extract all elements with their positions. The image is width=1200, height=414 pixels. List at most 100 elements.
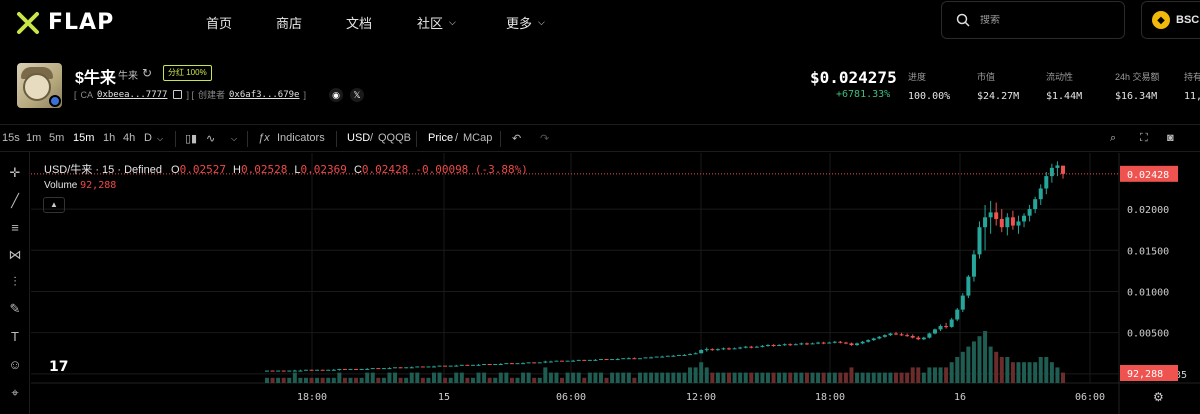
- volume-bar: [877, 372, 882, 383]
- dividend-badge: 分红 100%: [163, 65, 212, 81]
- candle-body: [365, 368, 370, 370]
- nav-store[interactable]: 商店: [276, 13, 302, 32]
- volume-bar: [281, 377, 286, 383]
- candle-body: [899, 334, 904, 336]
- chevron-down-icon[interactable]: ⌵: [231, 134, 237, 144]
- volume-bar: [782, 372, 787, 383]
- emoji-icon[interactable]: ☺: [6, 356, 24, 374]
- ruler-icon[interactable]: ⌖: [6, 384, 24, 402]
- volume-bar: [771, 372, 776, 383]
- chart-link-icon[interactable]: ◉: [329, 88, 343, 102]
- crosshair-icon[interactable]: ✛: [6, 164, 24, 182]
- volume-bar: [932, 367, 937, 383]
- candle-body: [1022, 215, 1027, 222]
- interval-5m[interactable]: 5m: [49, 132, 64, 144]
- volume-bar: [315, 377, 320, 383]
- candle-body: [871, 338, 876, 341]
- candle-body: [955, 309, 960, 320]
- refresh-icon[interactable]: ↻: [142, 66, 152, 80]
- text-icon[interactable]: T: [6, 328, 24, 346]
- volume-bar: [1027, 362, 1032, 383]
- candle-body: [671, 355, 676, 357]
- volume-bar: [1061, 372, 1065, 383]
- indicators-button[interactable]: Indicators: [277, 132, 325, 144]
- copy-icon[interactable]: [173, 90, 183, 99]
- price-chart[interactable]: 0.020000.015000.010000.00500-0.0173518:0…: [31, 153, 1200, 414]
- settings-gear-icon[interactable]: ⚙: [1153, 390, 1164, 404]
- candle-body: [932, 329, 937, 334]
- search-box[interactable]: [941, 1, 1125, 39]
- redo-icon[interactable]: ↷: [540, 132, 549, 145]
- volume-bar: [660, 372, 665, 383]
- indicators-icon[interactable]: ƒx: [258, 132, 270, 144]
- volume-bar: [604, 377, 609, 383]
- volume-bar: [743, 372, 748, 383]
- currency-quote[interactable]: QQQB: [378, 132, 411, 144]
- candle-body: [704, 349, 709, 351]
- pattern-icon[interactable]: ⋈: [6, 246, 24, 264]
- fib-icon[interactable]: ≡: [6, 219, 24, 237]
- candle-type-icon[interactable]: ▯▮: [185, 132, 197, 145]
- search-input[interactable]: [980, 14, 1110, 26]
- candle-body: [988, 212, 993, 218]
- volume-bar: [921, 372, 926, 383]
- volume-bar: [303, 377, 308, 383]
- stat-24h-volume: 24h 交易额 $16.34M: [1115, 72, 1160, 102]
- collapse-legend-button[interactable]: ▲: [43, 197, 65, 213]
- interval-15s[interactable]: 15s: [2, 132, 20, 144]
- volume-bar: [309, 377, 314, 383]
- candle-body: [598, 359, 603, 361]
- brush-icon[interactable]: ✎: [6, 300, 24, 318]
- volume-bar: [292, 372, 297, 383]
- candle-body: [370, 368, 375, 370]
- mode-price[interactable]: Price: [428, 132, 453, 144]
- search-chart-icon[interactable]: ⌕: [1110, 132, 1116, 145]
- candle-body: [810, 343, 815, 345]
- x-twitter-icon[interactable]: 𝕏: [350, 88, 364, 102]
- volume-bar: [855, 372, 860, 383]
- undo-icon[interactable]: ↶: [512, 132, 521, 145]
- currency-usd[interactable]: USD: [347, 132, 370, 144]
- mode-mcap[interactable]: MCap: [463, 132, 492, 144]
- candle-body: [754, 346, 759, 348]
- volume-bar: [721, 372, 726, 383]
- chart-toolbar: 15s 1m 5m 15m 1h 4h D ⌵ ▯▮ ∿ ⌵ ƒx Indica…: [0, 124, 1200, 152]
- interval-1h[interactable]: 1h: [103, 132, 115, 144]
- chain-selector[interactable]: ◆ BSC: [1141, 1, 1200, 39]
- interval-d[interactable]: D: [144, 132, 152, 144]
- brand-name: FLAP: [48, 10, 115, 35]
- contract-address[interactable]: 0xbeea...7777: [97, 90, 167, 100]
- trendline-icon[interactable]: ╱: [6, 192, 24, 210]
- volume-bar: [676, 372, 681, 383]
- candle-body: [359, 368, 364, 370]
- chevron-down-icon[interactable]: ⌵: [157, 134, 163, 144]
- nav-docs[interactable]: 文档: [346, 13, 372, 32]
- brand-logo[interactable]: FLAP: [16, 10, 114, 35]
- projection-icon[interactable]: ⫶: [6, 273, 24, 291]
- volume-bar: [532, 377, 537, 383]
- candle-body: [994, 212, 999, 219]
- creator-address[interactable]: 0x6af3...679e: [229, 90, 299, 100]
- nav-home[interactable]: 首页: [206, 13, 232, 32]
- candle-body: [565, 360, 570, 362]
- candle-body: [281, 370, 286, 372]
- candle-body: [827, 342, 832, 344]
- nav-community[interactable]: 社区 ⌵: [417, 13, 456, 32]
- volume-bar: [654, 372, 659, 383]
- interval-1m[interactable]: 1m: [26, 132, 41, 144]
- interval-4h[interactable]: 4h: [123, 132, 135, 144]
- volume-bar: [354, 377, 359, 383]
- volume-bar: [482, 372, 487, 383]
- volume-bar: [509, 377, 514, 383]
- volume-bar: [1038, 357, 1043, 383]
- candle-body: [682, 354, 687, 356]
- nav-more[interactable]: 更多 ⌵: [506, 13, 545, 32]
- fullscreen-icon[interactable]: ⛶: [1140, 132, 1148, 145]
- camera-icon[interactable]: ◙: [1167, 132, 1174, 144]
- volume-bar: [1022, 362, 1027, 383]
- line-type-icon[interactable]: ∿: [206, 132, 215, 145]
- volume-bar: [710, 372, 715, 383]
- candle-body: [493, 363, 498, 365]
- volume-bar: [849, 367, 854, 383]
- interval-15m[interactable]: 15m: [73, 132, 94, 144]
